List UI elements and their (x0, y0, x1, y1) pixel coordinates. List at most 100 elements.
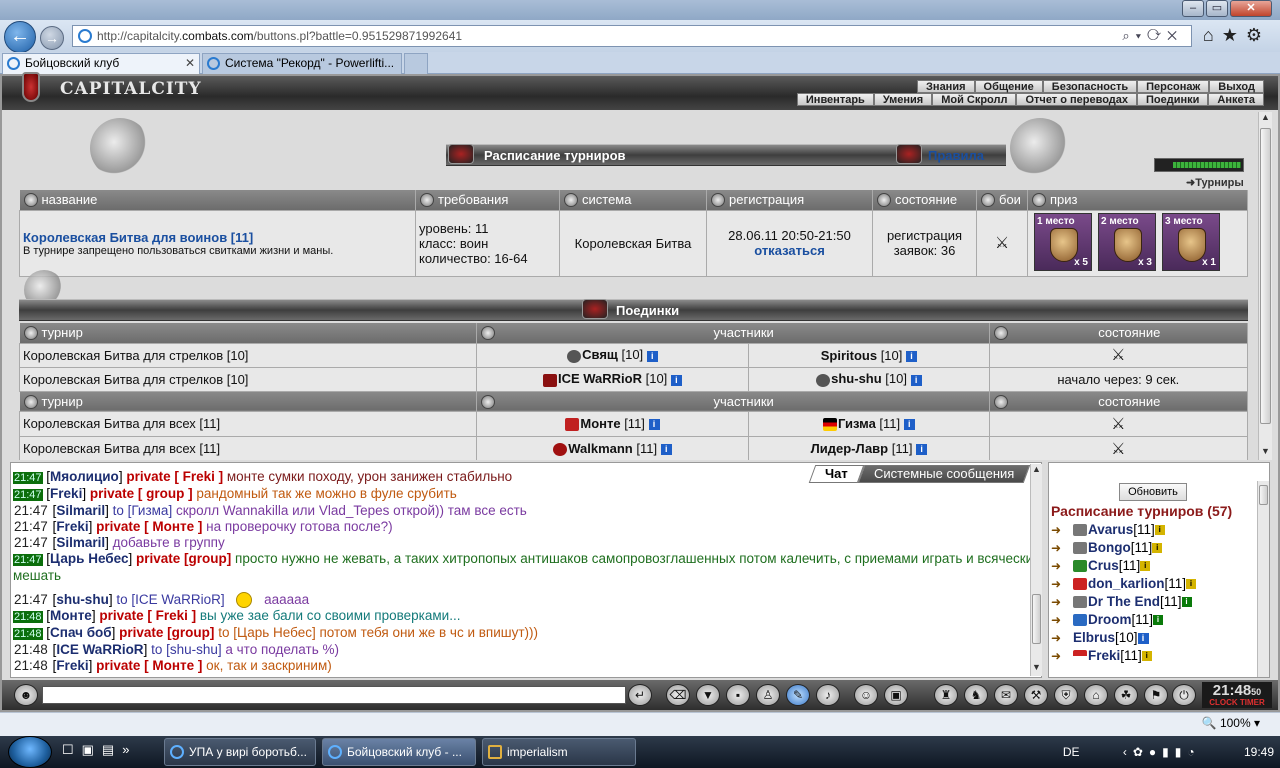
player-item[interactable]: ➜ Dr The End[11] i (1051, 593, 1196, 611)
prize-3rd[interactable]: 3 место x 1 (1162, 212, 1220, 271)
menu-umeniya[interactable]: Умения (873, 93, 933, 106)
menu-moi-skroll[interactable]: Мой Скролл (932, 93, 1017, 106)
player-item[interactable]: ➜ don_karlion[11] i (1051, 575, 1197, 593)
chat-mode-icon[interactable]: ☻ (14, 684, 38, 706)
cancel-registration-link[interactable]: отказаться (710, 243, 869, 258)
taskbar-clock[interactable]: 19:49 (1244, 745, 1274, 759)
chat-scrollbar[interactable]: ▲ ▼ (1030, 464, 1042, 676)
menu-personazh[interactable]: Персонаж (1137, 80, 1210, 93)
player-item[interactable]: ➜ Elbrus[10] i (1051, 629, 1196, 647)
menu-poedinki[interactable]: Поединки (1137, 93, 1209, 106)
back-button[interactable]: ← (4, 21, 36, 53)
chat-message: 21:47 [Silmaril] to [Гизма] скролл Wanna… (14, 503, 527, 518)
menu-otchet[interactable]: Отчет о переводах (1016, 93, 1138, 106)
friends-icon[interactable]: ☘ (1114, 684, 1138, 706)
lock-icon[interactable]: ♜ (934, 684, 958, 706)
new-tab-button[interactable] (404, 53, 428, 74)
close-window-button[interactable]: ✕ (1230, 0, 1272, 17)
chat-input[interactable] (42, 686, 626, 704)
address-tools[interactable]: ⌕▾⟳✕ (1122, 26, 1183, 46)
sound-icon[interactable]: ♪ (816, 684, 840, 706)
language-indicator[interactable]: DE (1063, 745, 1080, 759)
bag-icon[interactable]: ♞ (964, 684, 988, 706)
player-item[interactable]: ➜ Droom[11] i (1051, 611, 1196, 629)
runner-icon[interactable]: ♙ (756, 684, 780, 706)
menu-vyhod[interactable]: Выход (1209, 80, 1264, 93)
fighter-name[interactable]: shu-shu (831, 371, 882, 386)
maximize-button[interactable]: ▭ (1206, 0, 1228, 17)
info-icon: i (1154, 525, 1165, 536)
player-item[interactable]: ➜ Avarus[11] i (1051, 521, 1196, 539)
menu-obshchenie[interactable]: Общение (974, 80, 1043, 93)
quest-icon[interactable]: ✉ (994, 684, 1018, 706)
flag-menu-icon[interactable]: ⚑ (1144, 684, 1168, 706)
tab-close-icon[interactable]: ✕ (185, 54, 195, 73)
tools-icon[interactable]: ⚒ (1024, 684, 1048, 706)
forward-button[interactable]: → (40, 26, 64, 50)
main-scrollbar[interactable]: ▲ ▼ (1258, 112, 1272, 460)
filter-icon[interactable]: ▼ (696, 684, 720, 706)
menu-bezopasnost[interactable]: Безопасность (1042, 80, 1138, 93)
tab-chat[interactable]: Чат (808, 465, 864, 483)
fighter-name[interactable]: ICE WaRRioR (558, 371, 642, 386)
clan-menu-icon[interactable]: ⛨ (1054, 684, 1078, 706)
player-item[interactable]: ➜ Freki[11] i (1051, 647, 1196, 665)
eraser-icon[interactable]: ⌫ (666, 684, 690, 706)
home-favorites-tools-icons[interactable]: ⌂★⚙ (1203, 25, 1270, 46)
sidebar-scrollbar[interactable] (1257, 481, 1269, 677)
fighter-name[interactable]: Spiritous (821, 348, 877, 363)
tab-rekord[interactable]: Система "Рекорд" - Powerlifti... (202, 53, 402, 74)
windows-taskbar: ☐▣▤» УПА у вирі боротьб... Бойцовский кл… (0, 736, 1280, 768)
smiles-icon[interactable]: ☺ (854, 684, 878, 706)
house-icon[interactable]: ⌂ (1084, 684, 1108, 706)
taskbar-item-combats[interactable]: Бойцовский клуб - ... (322, 738, 476, 766)
taskbar-item-upa[interactable]: УПА у вирі боротьб... (164, 738, 316, 766)
fighter-name[interactable]: Walkmann (568, 441, 633, 456)
req-count: количество: 16-64 (419, 250, 528, 266)
tab-system-messages[interactable]: Системные сообщения (857, 465, 1031, 483)
battle-crossed-swords-icon[interactable]: ⚔ (1111, 441, 1125, 458)
fighter-name[interactable]: Монте (580, 416, 620, 431)
fight-row: Королевская Битва для стрелков [10] Свящ… (19, 342, 1249, 368)
info-icon[interactable]: i (903, 419, 915, 431)
battle-crossed-swords-icon[interactable]: ⚔ (1111, 347, 1125, 364)
tournaments-link[interactable]: ➜Турниры (1186, 176, 1244, 189)
fighter-name[interactable]: Лидер-Лавр (811, 441, 888, 456)
taskbar-item-imperialism[interactable]: imperialism (482, 738, 636, 766)
player-item[interactable]: ➜ Crus[11] i (1051, 557, 1196, 575)
tab-combats[interactable]: Бойцовский клуб ✕ (2, 53, 200, 74)
info-icon[interactable]: i (660, 444, 672, 456)
enter-icon[interactable]: ↵ (628, 684, 652, 706)
prize-2nd[interactable]: 2 место x 3 (1098, 212, 1156, 271)
fighter-name[interactable]: Свящ (582, 347, 618, 362)
info-icon[interactable]: i (916, 444, 928, 456)
info-icon[interactable]: i (646, 350, 658, 362)
menu-inventar[interactable]: Инвентарь (796, 93, 874, 106)
minimize-button[interactable]: – (1182, 0, 1204, 17)
address-bar[interactable]: http://capitalcity.combats.com/buttons.p… (72, 25, 1192, 47)
swords-icon (582, 299, 608, 319)
zoom-control[interactable]: 🔍 100% ▾ (1202, 716, 1260, 730)
rules-link[interactable]: Правила (928, 148, 984, 163)
refresh-button[interactable]: Обновить (1119, 483, 1187, 501)
tournament-name[interactable]: Королевская Битва для воинов [11] (23, 230, 412, 245)
player-item[interactable]: ➜ Bongo[11] i (1051, 539, 1196, 557)
game-logo: CAPITALCITY (60, 79, 202, 99)
start-button[interactable] (8, 736, 52, 768)
info-icon[interactable]: i (910, 374, 922, 386)
battles-icon[interactable]: ⚔ (995, 235, 1009, 252)
info-icon[interactable]: i (670, 374, 682, 386)
exit-icon[interactable]: ⏻ (1172, 684, 1196, 706)
info-icon[interactable]: i (648, 419, 660, 431)
battle-crossed-swords-icon[interactable]: ⚔ (1111, 416, 1125, 433)
info-icon[interactable]: i (906, 350, 917, 362)
menu-znaniya[interactable]: Знания (917, 80, 975, 93)
fighter-name[interactable]: Гизма (838, 416, 876, 431)
translit-icon[interactable]: ✎ (786, 684, 810, 706)
prize-1st[interactable]: 1 место x 5 (1034, 212, 1092, 271)
map-icon[interactable]: ▣ (884, 684, 908, 706)
save-icon[interactable]: ▪ (726, 684, 750, 706)
tray-icons[interactable]: ‹✿●▮▮◔ (1123, 745, 1201, 759)
menu-anketa[interactable]: Анкета (1208, 93, 1264, 106)
quick-launch-icons[interactable]: ☐▣▤» (62, 742, 137, 758)
